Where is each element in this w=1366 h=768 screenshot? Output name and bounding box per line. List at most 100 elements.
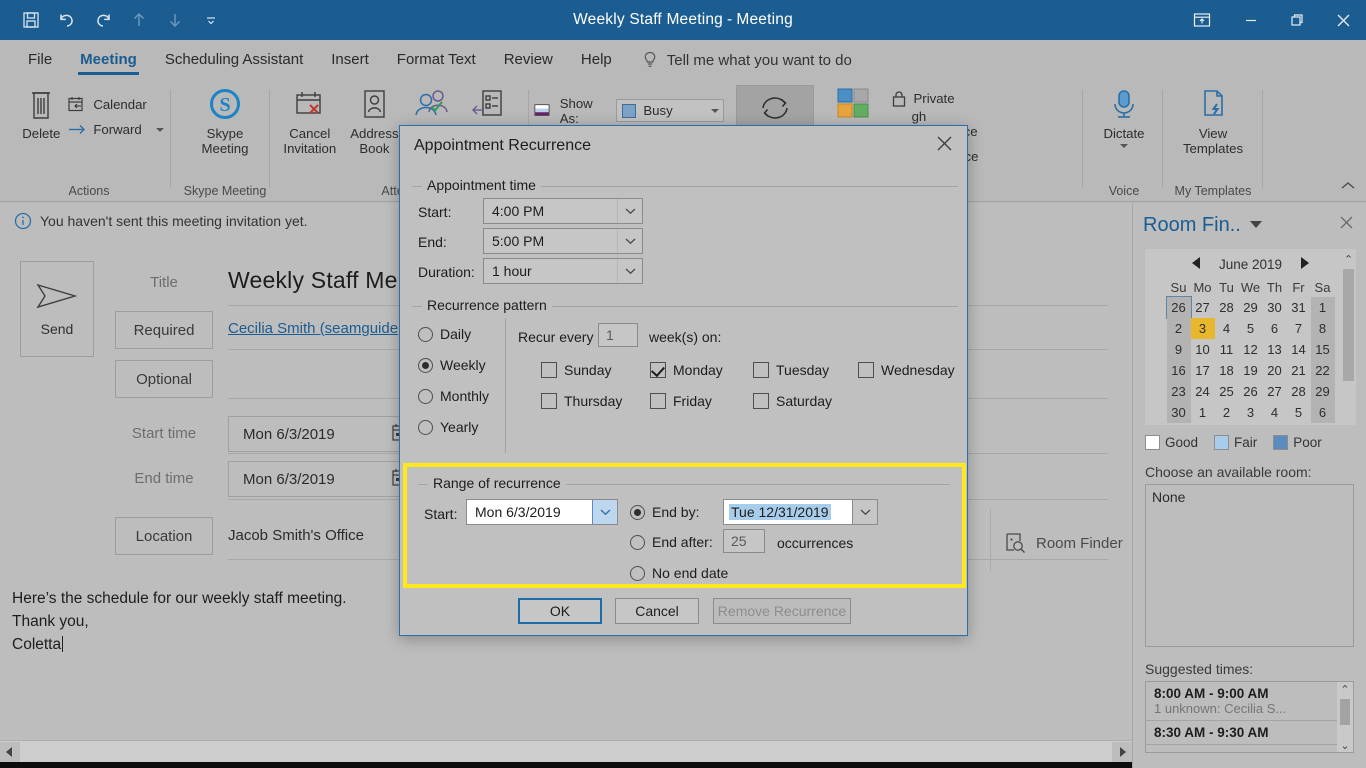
forward-button[interactable]: Forward [68,117,164,142]
mini-calendar-day[interactable]: 29 [1239,297,1263,318]
mini-calendar-day[interactable]: 9 [1166,339,1191,360]
close-icon[interactable] [1320,0,1366,40]
mini-calendar-day[interactable]: 27 [1191,297,1215,318]
mini-calendar-day[interactable]: 5 [1239,318,1263,339]
down-icon[interactable] [158,5,192,35]
redo-icon[interactable] [86,5,120,35]
mini-calendar-day[interactable]: 1 [1310,297,1335,318]
mini-calendar-day[interactable]: 19 [1239,360,1263,381]
optional-button[interactable]: Optional [115,360,213,398]
tab-review[interactable]: Review [490,40,567,80]
forward-caret-icon[interactable] [155,127,164,132]
mini-calendar-day[interactable]: 28 [1287,381,1311,402]
required-value[interactable]: Cecilia Smith (seamguide [228,320,398,337]
mini-calendar-day[interactable]: 4 [1215,318,1239,339]
mini-calendar-day[interactable]: 30 [1263,297,1287,318]
mini-calendar-day[interactable]: 26 [1239,381,1263,402]
mini-calendar-day[interactable]: 18 [1215,360,1239,381]
mini-calendar-day[interactable]: 8 [1310,318,1335,339]
mini-calendar-day[interactable]: 14 [1287,339,1311,360]
radio-end-after[interactable]: End after: [630,534,713,550]
mini-calendar-day[interactable]: 10 [1191,339,1215,360]
checkbox-wednesday[interactable]: Wednesday [858,362,955,378]
radio-daily[interactable]: Daily [418,326,471,342]
end-by-date-combo[interactable]: Tue 12/31/2019 [723,499,878,525]
tab-scheduling-assistant[interactable]: Scheduling Assistant [151,40,317,80]
undo-icon[interactable] [50,5,84,35]
radio-no-end-date[interactable]: No end date [630,565,728,581]
tab-help[interactable]: Help [567,40,626,80]
mini-calendar-day[interactable]: 30 [1166,402,1191,423]
mini-calendar-day[interactable]: 4 [1263,402,1287,423]
room-list[interactable]: None [1145,484,1354,647]
mini-calendar-day[interactable]: 16 [1166,360,1191,381]
tab-format-text[interactable]: Format Text [383,40,490,80]
show-as-dropdown[interactable]: Busy [616,99,724,122]
scroll-thumb[interactable] [1340,699,1350,725]
scroll-up-icon[interactable]: ⌃ [1337,682,1353,698]
private-button[interactable]: Private [890,86,987,111]
room-finder-button[interactable]: Room Finder [1004,532,1123,554]
mini-calendar-day[interactable]: 3 [1190,318,1215,339]
horizontal-scrollbar[interactable] [0,740,1132,762]
scroll-down-icon[interactable]: ⌄ [1337,738,1353,752]
tell-me-search[interactable]: Tell me what you want to do [626,51,852,69]
radio-monthly[interactable]: Monthly [418,388,489,404]
suggested-time-item[interactable]: 8:00 AM - 9:00 AM 1 unknown: Cecilia S..… [1146,682,1353,721]
room-list-item[interactable]: None [1152,489,1353,505]
dictate-caret-icon[interactable] [1119,144,1128,148]
next-month-icon[interactable] [1300,256,1310,272]
skype-meeting-button[interactable]: S Skype Meeting [195,86,256,156]
mini-calendar-day[interactable]: 6 [1310,402,1335,423]
mini-calendar-day[interactable]: 29 [1310,381,1335,402]
required-button[interactable]: Required [115,311,213,349]
mini-calendar-day[interactable]: 23 [1166,381,1191,402]
minimize-icon[interactable] [1228,0,1274,40]
mini-calendar-day[interactable]: 28 [1215,297,1239,318]
mini-calendar-day[interactable]: 24 [1191,381,1215,402]
tab-insert[interactable]: Insert [317,40,383,80]
mini-calendar-day[interactable]: 13 [1263,339,1287,360]
mini-calendar-day[interactable]: 20 [1263,360,1287,381]
tab-file[interactable]: File [14,40,66,80]
dialog-close-icon[interactable] [936,135,953,157]
range-start-combo[interactable]: Mon 6/3/2019 [466,499,618,525]
checkbox-monday[interactable]: Monday [650,362,723,378]
meeting-notes-button[interactable] [462,86,516,126]
mini-calendar-day[interactable]: 7 [1287,318,1311,339]
start-date-input[interactable]: Mon 6/3/2019 [228,416,410,452]
dictate-button[interactable]: Dictate [1096,86,1151,148]
duration-combo[interactable]: 1 hour [483,258,643,284]
mini-calendar-day[interactable]: 5 [1287,402,1311,423]
recur-every-input[interactable]: 1 [598,323,638,347]
scroll-left-icon[interactable] [0,741,20,762]
ok-button[interactable]: OK [518,598,602,624]
chevron-down-icon[interactable] [617,199,642,223]
suggested-times-scrollbar[interactable]: ⌃ ⌄ [1337,682,1353,752]
prev-month-icon[interactable] [1191,256,1201,272]
qat-more-icon[interactable] [194,5,228,35]
checkbox-saturday[interactable]: Saturday [753,393,832,409]
mini-calendar-day[interactable]: 6 [1263,318,1287,339]
suggested-time-item[interactable]: 8:30 AM - 9:30 AM [1146,721,1353,745]
mini-calendar-day[interactable]: 2 [1166,318,1191,339]
scroll-track[interactable] [20,741,1112,762]
checkbox-sunday[interactable]: Sunday [541,362,611,378]
mini-calendar-day[interactable]: 21 [1287,360,1311,381]
cancel-invitation-button[interactable]: Cancel Invitation [276,86,343,156]
checkbox-thursday[interactable]: Thursday [541,393,622,409]
end-after-occurrences-input[interactable]: 25 [723,529,765,553]
mini-calendar-day[interactable]: 27 [1263,381,1287,402]
start-time-combo[interactable]: 4:00 PM [483,198,643,224]
delete-button[interactable]: Delete [14,86,68,141]
scroll-right-icon[interactable] [1112,741,1132,762]
up-icon[interactable] [122,5,156,35]
response-options-button[interactable] [406,86,462,126]
radio-yearly[interactable]: Yearly [418,419,478,435]
checkbox-friday[interactable]: Friday [650,393,712,409]
send-button[interactable]: Send [20,261,94,357]
end-time-combo[interactable]: 5:00 PM [483,228,643,254]
mini-calendar-day[interactable]: 26 [1165,296,1192,319]
mini-calendar-day[interactable]: 1 [1191,402,1215,423]
end-date-input[interactable]: Mon 6/3/2019 [228,461,410,497]
